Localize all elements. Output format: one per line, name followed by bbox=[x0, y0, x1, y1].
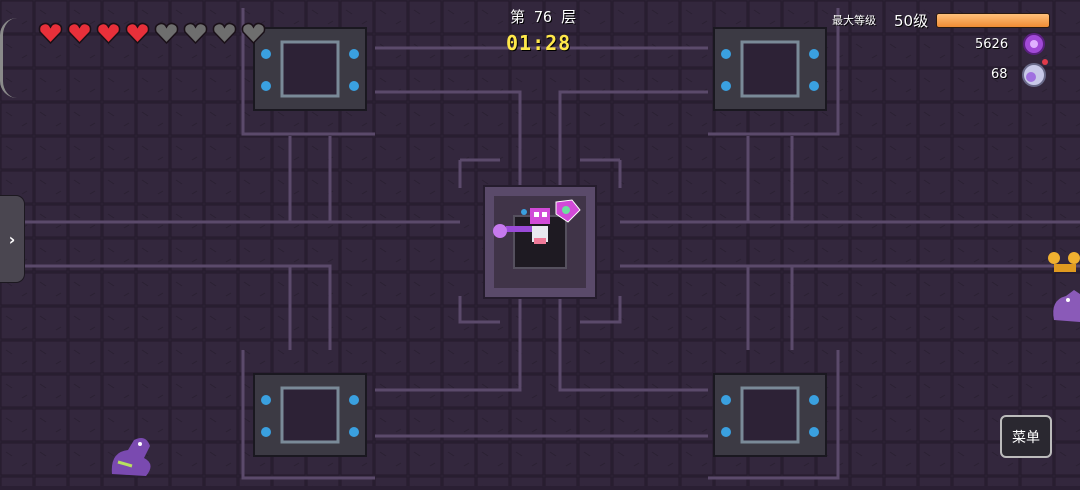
edge-indicator bbox=[0, 18, 17, 98]
health-hearts bbox=[38, 22, 266, 44]
floor-label: 第 76 层 bbox=[510, 8, 577, 26]
xp-bar-fill bbox=[937, 14, 1049, 27]
machine-platform-bottom-right bbox=[713, 373, 827, 457]
heart-empty-icon bbox=[212, 22, 237, 44]
menu-button[interactable]: 菜单 bbox=[1000, 415, 1052, 458]
heart-empty-icon bbox=[183, 22, 208, 44]
game-viewport[interactable]: 第 76 层 01:28 最大等级 50级 5626 68 › 菜单 bbox=[0, 0, 1080, 486]
heart-full-icon bbox=[38, 22, 63, 44]
heart-full-icon bbox=[67, 22, 92, 44]
machine-platform-top-left bbox=[253, 27, 367, 111]
heart-empty-icon bbox=[241, 22, 266, 44]
soul-count: 68 bbox=[991, 67, 1008, 82]
timer: 01:28 bbox=[506, 31, 572, 55]
level-text: 50级 bbox=[894, 12, 929, 30]
machine-platform-bottom-left bbox=[253, 373, 367, 457]
machine-platform-top-right bbox=[713, 27, 827, 111]
side-panel-toggle[interactable]: › bbox=[0, 196, 24, 282]
heart-empty-icon bbox=[154, 22, 179, 44]
max-level-label: 最大等级 bbox=[832, 14, 876, 27]
heart-full-icon bbox=[96, 22, 121, 44]
xp-bar bbox=[936, 13, 1050, 28]
purple-gear-coin-icon bbox=[1023, 33, 1045, 55]
coin-count: 5626 bbox=[975, 37, 1009, 52]
heart-full-icon bbox=[125, 22, 150, 44]
chevron-right-icon: › bbox=[8, 229, 16, 249]
dungeon-floor bbox=[0, 0, 1080, 486]
